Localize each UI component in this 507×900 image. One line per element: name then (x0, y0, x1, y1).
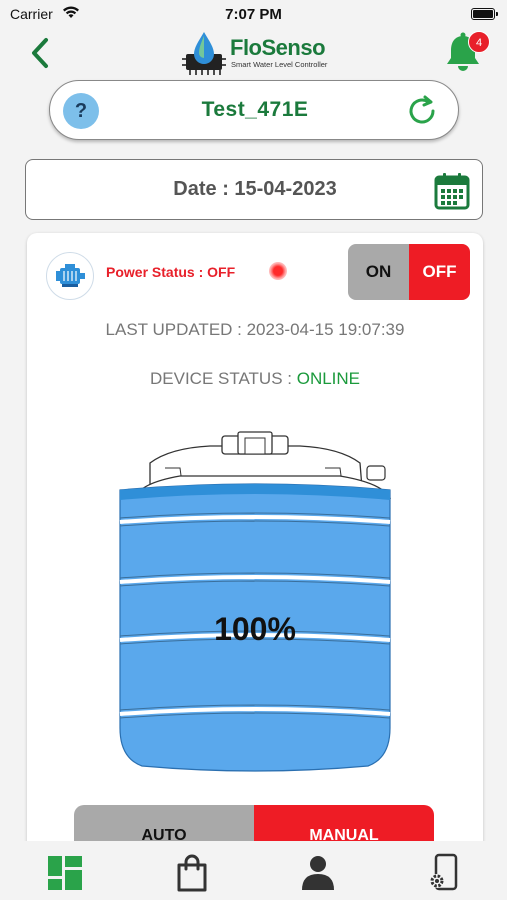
water-drop-chip-icon (182, 32, 226, 75)
date-label: Date : 15-04-2023 (173, 178, 337, 200)
last-updated-text: LAST UPDATED : 2023-04-15 19:07:39 (105, 320, 405, 339)
status-bar: Carrier 7:07 PM (0, 0, 507, 30)
chevron-left-icon (32, 38, 48, 68)
bottom-tab-bar (0, 841, 507, 900)
tank-level-percent: 100% (214, 611, 296, 647)
power-indicator-led (269, 262, 287, 280)
tab-device-settings[interactable] (424, 853, 464, 893)
device-status-value: ONLINE (296, 369, 361, 388)
back-button[interactable] (26, 36, 56, 70)
notification-count-badge: 4 (468, 31, 490, 53)
power-status-label: Power Status : OFF (106, 264, 236, 280)
calendar-button[interactable] (434, 172, 470, 210)
device-name: Test_471E (201, 98, 309, 121)
user-icon (302, 856, 334, 890)
battery-icon (471, 8, 498, 20)
calendar-icon (434, 173, 470, 210)
refresh-button[interactable] (404, 93, 440, 129)
tank-status-card: Power Status : OFF ON OFF LAST UPDATED :… (27, 233, 483, 873)
clock: 7:07 PM (225, 6, 282, 23)
tab-dashboard[interactable] (45, 853, 85, 893)
device-selector[interactable]: ? Test_471E (49, 80, 459, 140)
device-settings-icon (430, 853, 458, 891)
shopping-bag-icon (177, 854, 207, 892)
power-on-button[interactable]: ON (348, 244, 409, 300)
power-off-button[interactable]: OFF (409, 244, 470, 300)
date-picker[interactable]: Date : 15-04-2023 (25, 159, 483, 220)
logo-name: FloSenso (230, 35, 326, 60)
device-status-text: DEVICE STATUS : ONLINE (27, 369, 483, 389)
flosenso-logo: FloSenso Smart Water Level Controller (180, 30, 340, 76)
power-toggle[interactable]: ON OFF (348, 244, 470, 300)
app-header: FloSenso Smart Water Level Controller 4 (0, 28, 507, 78)
tab-shop[interactable] (172, 853, 212, 893)
tab-profile[interactable] (298, 853, 338, 893)
refresh-icon (409, 95, 435, 124)
logo-tagline: Smart Water Level Controller (231, 60, 328, 69)
dashboard-icon (48, 856, 82, 890)
device-status-label: DEVICE STATUS : (149, 369, 297, 388)
motor-pump-icon (46, 252, 94, 300)
